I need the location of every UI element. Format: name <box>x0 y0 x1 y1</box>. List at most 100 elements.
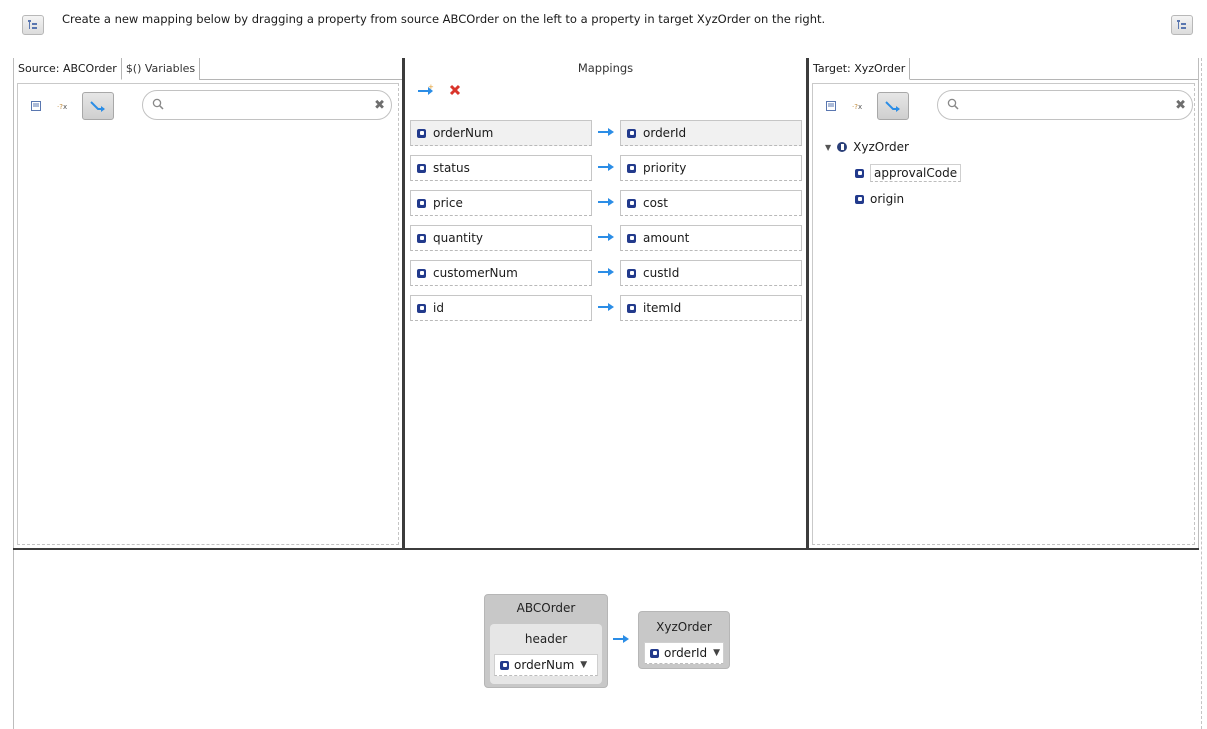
layout-toggle-icon <box>28 20 37 29</box>
source-node-title: ABCOrder <box>516 601 576 615</box>
property-icon <box>627 303 636 313</box>
svg-text:+: + <box>428 84 434 91</box>
mapped-arrow-icon <box>885 101 900 112</box>
property-icon <box>500 660 509 670</box>
tab-source[interactable]: Source: ABCOrder <box>14 58 122 80</box>
property-icon <box>627 198 636 208</box>
mapping-arrow-icon <box>598 268 614 276</box>
expand-triangle-icon[interactable]: ▼ <box>825 143 831 152</box>
mappings-pane: Mappings + orderNum orderId status prior… <box>405 58 809 548</box>
source-node[interactable]: ABCOrder header orderNum ▼ <box>484 594 608 688</box>
add-mapping-icon: + <box>418 83 434 95</box>
mappings-title: Mappings <box>577 61 634 75</box>
property-icon <box>855 168 864 178</box>
source-tree-panel: ·? x ✖ <box>17 83 399 545</box>
mapping-source-field[interactable]: orderNum <box>410 120 592 146</box>
chevron-down-icon[interactable]: ▼ <box>580 660 587 670</box>
svg-text:x: x <box>63 103 67 111</box>
mapping-detail-area: ABCOrder header orderNum ▼ XyzOrder orde… <box>13 550 1199 729</box>
mapping-arrow-icon <box>598 163 614 171</box>
right-panel-toggle-button[interactable] <box>1171 15 1193 35</box>
property-icon <box>650 648 659 658</box>
target-pane: Target: XyzOrder ·? x ✖ ▼ XyzOrder appro… <box>809 58 1199 548</box>
search-icon <box>947 98 959 110</box>
property-icon <box>417 303 426 313</box>
property-icon <box>417 233 426 243</box>
mapping-arrow-icon <box>598 233 614 241</box>
mappings-toolbar: + <box>417 83 461 99</box>
clear-search-icon[interactable]: ✖ <box>374 98 385 113</box>
property-icon <box>627 128 636 138</box>
show-mapped-toggle[interactable] <box>877 92 909 120</box>
source-field-chip[interactable]: orderNum ▼ <box>494 654 598 676</box>
target-field-chip[interactable]: orderId ▼ <box>644 642 724 664</box>
left-panel-toggle-button[interactable] <box>22 15 44 35</box>
mapping-arrow-icon <box>598 198 614 206</box>
mapping-row[interactable]: id itemId <box>410 295 805 321</box>
panel-edge <box>1201 58 1205 729</box>
mapping-target-field[interactable]: custId <box>620 260 802 286</box>
target-toolbar: ·? x <box>821 92 909 120</box>
object-icon <box>837 142 848 152</box>
mapping-target-field[interactable]: amount <box>620 225 802 251</box>
target-node[interactable]: XyzOrder orderId ▼ <box>638 611 730 669</box>
mapping-row[interactable]: quantity amount <box>410 225 805 251</box>
mapping-source-field[interactable]: status <box>410 155 592 181</box>
tab-target[interactable]: Target: XyzOrder <box>809 58 911 80</box>
chevron-down-icon[interactable]: ▼ <box>713 648 720 658</box>
delete-icon <box>449 84 461 96</box>
property-icon <box>627 163 636 173</box>
mapping-target-field[interactable]: cost <box>620 190 802 216</box>
mapping-row[interactable]: status priority <box>410 155 805 181</box>
mapping-row[interactable]: orderNum orderId <box>410 120 805 146</box>
target-node-title: XyzOrder <box>656 620 712 634</box>
expression-icon: ·? x <box>852 103 862 111</box>
source-subnode: header orderNum ▼ <box>490 624 602 684</box>
mapping-row[interactable]: price cost <box>410 190 805 216</box>
property-icon <box>417 268 426 278</box>
add-mapping-button[interactable]: + <box>417 83 435 99</box>
tab-variables[interactable]: $() Variables <box>121 58 201 80</box>
property-icon <box>417 198 426 208</box>
expression-button[interactable]: ·? x <box>849 96 869 116</box>
target-search-box[interactable]: ✖ <box>937 90 1193 120</box>
clear-search-icon[interactable]: ✖ <box>1175 98 1186 113</box>
source-tabbar: Source: ABCOrder $() Variables <box>14 58 402 80</box>
mapping-arrow-icon <box>598 303 614 311</box>
mapping-row[interactable]: customerNum custId <box>410 260 805 286</box>
show-mapped-toggle[interactable] <box>82 92 114 120</box>
property-icon <box>627 233 636 243</box>
tree-node[interactable]: origin <box>825 186 961 212</box>
source-pane: Source: ABCOrder $() Variables ·? x ✖ <box>13 58 405 548</box>
collapse-icon <box>826 101 836 111</box>
mapping-source-field[interactable]: quantity <box>410 225 592 251</box>
expression-button[interactable]: ·? x <box>54 96 74 116</box>
instruction-message: Create a new mapping below by dragging a… <box>62 12 826 26</box>
property-icon <box>855 194 864 204</box>
layout-toggle-icon <box>1177 20 1186 29</box>
svg-text:x: x <box>858 103 862 111</box>
source-toolbar: ·? x <box>26 92 114 120</box>
target-tree-panel: ·? x ✖ ▼ XyzOrder approvalCode origin <box>812 83 1195 545</box>
mapped-arrow-icon <box>90 101 105 112</box>
mapping-target-field[interactable]: itemId <box>620 295 802 321</box>
mapping-list: orderNum orderId status priority price c… <box>410 120 805 330</box>
mapping-source-field[interactable]: id <box>410 295 592 321</box>
property-icon <box>417 128 426 138</box>
tree-node-root[interactable]: ▼ XyzOrder <box>825 134 961 160</box>
mapping-target-field[interactable]: priority <box>620 155 802 181</box>
property-icon <box>417 163 426 173</box>
collapse-all-button[interactable] <box>26 96 46 116</box>
mapping-target-field[interactable]: orderId <box>620 120 802 146</box>
mapping-arrow-icon <box>598 128 614 136</box>
source-search-box[interactable]: ✖ <box>142 90 392 120</box>
expression-icon: ·? x <box>57 103 67 111</box>
collapse-all-button[interactable] <box>821 96 841 116</box>
mapping-source-field[interactable]: customerNum <box>410 260 592 286</box>
delete-mapping-button[interactable] <box>449 84 461 99</box>
tree-node[interactable]: approvalCode <box>825 160 962 186</box>
mapping-source-field[interactable]: price <box>410 190 592 216</box>
property-icon <box>627 268 636 278</box>
search-icon <box>152 98 164 110</box>
target-tree: ▼ XyzOrder approvalCode origin <box>825 134 962 212</box>
